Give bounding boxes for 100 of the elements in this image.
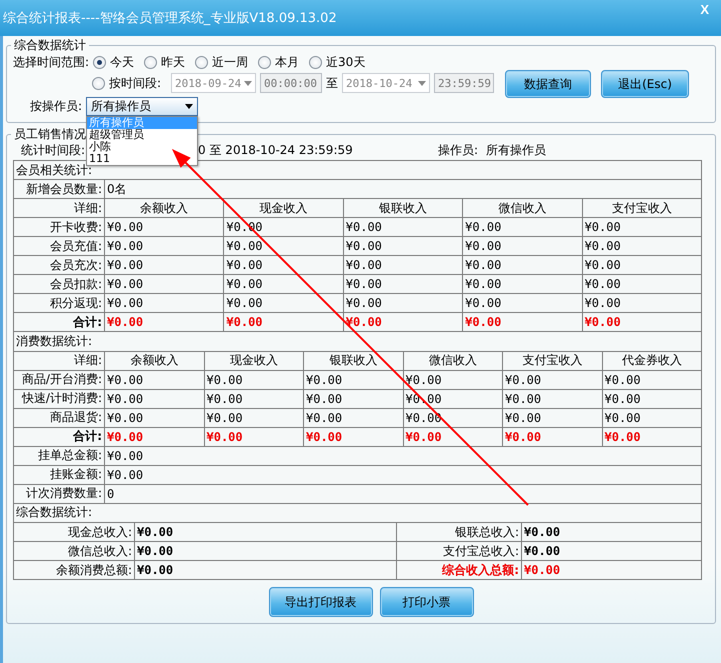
table-cell: ¥0.00 — [582, 274, 702, 294]
row-label: 余额消费总额: — [14, 560, 134, 580]
column-header: 余额收入 — [104, 198, 224, 218]
column-header: 详细: — [14, 351, 104, 370]
table-cell: ¥0.00 — [104, 236, 224, 256]
section-title: 综合数据统计: — [14, 504, 702, 522]
row-label: 挂账金额: — [14, 465, 104, 484]
total-cell: ¥0.00 — [204, 427, 304, 446]
table-cell: ¥0.00 — [343, 218, 463, 236]
radio-button[interactable]: 今天 — [93, 54, 134, 70]
table-cell: ¥0.00 — [204, 408, 304, 427]
table-cell: ¥0.00 — [343, 294, 463, 312]
start-date-field[interactable]: 2018-09-24 — [171, 73, 256, 93]
section-title: 消费数据统计: — [14, 332, 702, 351]
row-label: 微信总收入: — [14, 542, 134, 560]
column-header: 支付宝收入 — [502, 351, 602, 370]
table-cell: ¥0.00 — [104, 408, 204, 427]
table-cell: ¥0.00 — [602, 408, 702, 427]
table-cell: ¥0.00 — [582, 256, 702, 274]
section-title: 会员相关统计: — [14, 160, 702, 180]
table-cell: ¥0.00 — [204, 389, 304, 408]
radio-button[interactable]: 按时间段: — [92, 74, 162, 92]
radio-button[interactable]: 近一周 — [195, 54, 248, 70]
table-cell: ¥0.00 — [522, 542, 702, 560]
column-header: 代金券收入 — [602, 351, 702, 370]
row-label: 快速/计时消费: — [14, 389, 104, 408]
end-time-field[interactable]: 23:59:59 — [434, 73, 494, 93]
start-time-field[interactable]: 00:00:00 — [260, 73, 322, 93]
radio-button[interactable]: 昨天 — [144, 54, 186, 70]
row-label: 开卡收费: — [14, 218, 104, 236]
end-date-field[interactable]: 2018-10-24 — [342, 73, 430, 93]
row-label: 新增会员数量: — [14, 180, 104, 198]
column-header: 余额收入 — [104, 351, 204, 370]
radio-button[interactable]: 近30天 — [309, 54, 366, 70]
operator-value: 所有操作员 — [486, 142, 546, 158]
row-label: 支付宝总收入: — [396, 542, 522, 560]
column-header: 微信收入 — [403, 351, 502, 370]
query-button[interactable]: 数据查询 — [505, 70, 591, 98]
total-cell: ¥0.00 — [104, 427, 204, 446]
row-label: 现金总收入: — [14, 522, 134, 542]
table-cell: ¥0.00 — [343, 256, 463, 274]
caret-icon — [418, 80, 426, 86]
export-button[interactable]: 导出打印报表 — [268, 587, 372, 617]
table-cell: 0名 — [104, 180, 702, 198]
operator-label: 操作员: — [438, 142, 478, 158]
total-cell: ¥0.00 — [602, 427, 702, 446]
operator-dropdown[interactable]: 所有操作员 — [86, 96, 198, 116]
row-label: 商品/开台消费: — [14, 370, 104, 389]
column-header: 银联收入 — [343, 198, 463, 218]
table-cell: ¥0.00 — [343, 236, 463, 256]
table-cell: ¥0.00 — [602, 370, 702, 389]
table-cell: ¥0.00 — [104, 256, 224, 274]
column-header: 支付宝收入 — [582, 198, 702, 218]
table-cell: ¥0.00 — [582, 218, 702, 236]
row-label: 会员充次: — [14, 256, 104, 274]
table-cell: ¥0.00 — [104, 370, 204, 389]
window-title: 综合统计报表----智络会员管理系统_专业版V18.09.13.02 — [3, 10, 337, 27]
table-cell: ¥0.00 — [304, 389, 403, 408]
table-cell: ¥0.00 — [104, 218, 224, 236]
table-cell: ¥0.00 — [502, 370, 602, 389]
table-cell: ¥0.00 — [104, 446, 702, 465]
table-cell: ¥0.00 — [134, 522, 396, 542]
caret-icon — [185, 104, 194, 108]
row-label: 会员充值: — [14, 236, 104, 256]
table-cell: ¥0.00 — [343, 274, 463, 294]
table-cell: ¥0.00 — [502, 408, 602, 427]
period-label: 统计时间段: — [21, 142, 86, 158]
table-cell: ¥0.00 — [104, 274, 224, 294]
table-cell: ¥0.00 — [462, 274, 582, 294]
period-value: 0 至 2018-10-24 23:59:59 — [198, 142, 354, 158]
table-cell: ¥0.00 — [502, 389, 602, 408]
table-cell: ¥0.00 — [134, 560, 396, 580]
total-cell: ¥0.00 — [304, 427, 403, 446]
total-label: 合计: — [14, 427, 104, 446]
table-cell: ¥0.00 — [134, 542, 396, 560]
table-cell: ¥0.00 — [462, 236, 582, 256]
row-label: 商品退货: — [14, 408, 104, 427]
operator-label: 按操作员: — [30, 98, 82, 114]
table-cell: ¥0.00 — [462, 256, 582, 274]
table-cell: ¥0.00 — [522, 522, 702, 542]
radio-button[interactable]: 本月 — [258, 54, 300, 70]
table-cell: ¥0.00 — [304, 408, 403, 427]
exit-button[interactable]: 退出(Esc) — [601, 70, 689, 98]
table-cell: ¥0.00 — [462, 218, 582, 236]
total-cell: ¥0.00 — [502, 427, 602, 446]
dropdown-option[interactable]: 小陈 — [87, 140, 198, 152]
dropdown-option[interactable]: 超级管理员 — [87, 128, 198, 140]
to-label: 至 — [326, 74, 338, 92]
print-button[interactable]: 打印小票 — [380, 587, 474, 617]
table-cell: 0 — [104, 484, 702, 503]
table-cell: ¥0.00 — [104, 465, 702, 484]
column-header: 详细: — [14, 198, 104, 218]
caret-icon — [244, 80, 252, 86]
table-cell: ¥0.00 — [522, 560, 702, 580]
row-label: 银联总收入: — [396, 522, 522, 542]
row-label: 积分返现: — [14, 294, 104, 312]
column-header: 微信收入 — [462, 198, 582, 218]
table-cell: ¥0.00 — [104, 294, 224, 312]
row-label: 综合收入总额: — [396, 560, 522, 580]
row-label: 计次消费数量: — [14, 484, 104, 503]
